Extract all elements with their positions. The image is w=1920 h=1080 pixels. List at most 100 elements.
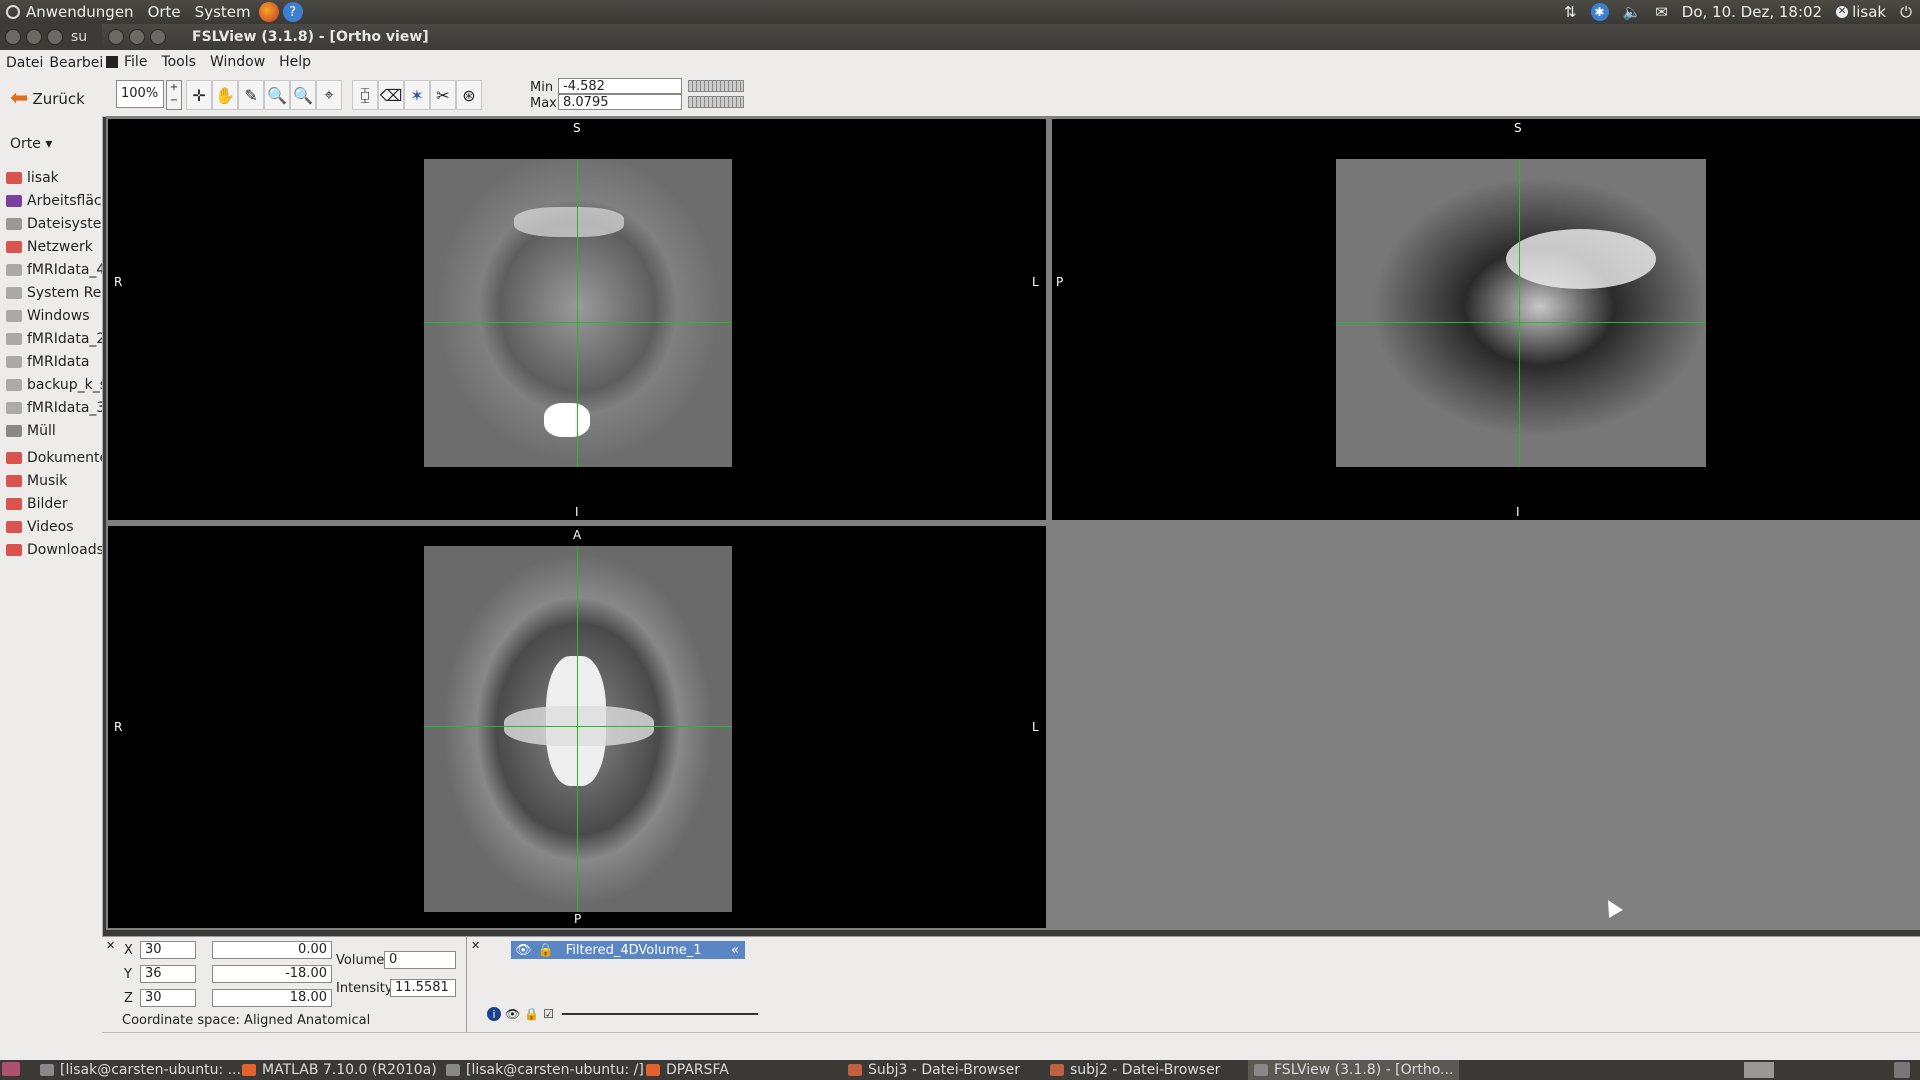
task-terminal-2[interactable]: [lisak@carsten-ubuntu: /] xyxy=(446,1060,644,1080)
place-item[interactable]: Dateisyster xyxy=(0,212,102,235)
close-window-icon[interactable] xyxy=(5,29,21,45)
menu-tools[interactable]: Tools xyxy=(161,54,196,70)
sagittal-view[interactable]: S I P xyxy=(1052,119,1920,520)
maximize-window-icon[interactable] xyxy=(150,29,166,45)
task-fslview[interactable]: FSLView (3.1.8) - [Ortho... xyxy=(1248,1060,1460,1080)
place-item[interactable]: fMRIdata_2 xyxy=(0,327,102,350)
trash-icon[interactable] xyxy=(1894,1062,1910,1078)
layer-collapse-icon[interactable]: « xyxy=(731,943,739,958)
task-matlab[interactable]: MATLAB 7.10.0 (R2010a) xyxy=(242,1060,437,1080)
place-item[interactable]: fMRIdata_3 xyxy=(0,396,102,419)
place-item[interactable]: System Res xyxy=(0,281,102,304)
close-window-icon[interactable] xyxy=(108,29,124,45)
task-subj3-browser[interactable]: Subj3 - Datei-Browser xyxy=(848,1060,1020,1080)
menu-places[interactable]: Orte xyxy=(148,3,181,21)
place-item[interactable]: Videos xyxy=(0,515,102,538)
center-cursor-icon[interactable]: ⌖ xyxy=(316,80,342,110)
lock-toggle-icon[interactable]: 🔒 xyxy=(524,1007,539,1021)
accessibility-icon[interactable]: ✱ xyxy=(1590,3,1609,21)
place-item[interactable]: Netzwerk xyxy=(0,235,102,258)
menu-help[interactable]: Help xyxy=(279,54,311,70)
show-desktop-icon[interactable] xyxy=(2,1062,20,1076)
mask-tool-icon[interactable]: ✶ xyxy=(404,80,430,110)
menu-file[interactable]: File xyxy=(124,54,147,70)
x-mm-field[interactable]: 0.00 xyxy=(212,941,332,959)
min-field[interactable]: -4.582 xyxy=(558,78,682,94)
layer-panel-close-icon[interactable]: ✕ xyxy=(471,939,480,952)
place-item[interactable]: fMRIdata_4 xyxy=(0,258,102,281)
menu-system[interactable]: System xyxy=(195,3,251,21)
place-item[interactable]: Windows xyxy=(0,304,102,327)
place-label: Downloads xyxy=(27,541,102,558)
sagittal-crosshair-h xyxy=(1336,322,1706,323)
power-icon[interactable]: ⏻ xyxy=(1900,3,1912,21)
axial-top-label: A xyxy=(573,528,582,542)
task-terminal-1[interactable]: [lisak@carsten-ubuntu: ... xyxy=(40,1060,241,1080)
volume-field[interactable]: 0 xyxy=(384,951,456,969)
place-item[interactable]: Dokumente xyxy=(0,446,102,469)
zoom-field[interactable]: 100% xyxy=(116,80,164,108)
window-title: FSLView (3.1.8) - [Ortho view] xyxy=(192,29,429,45)
volume-icon[interactable]: 🔈 xyxy=(1623,3,1642,21)
place-item[interactable]: Bilder xyxy=(0,492,102,515)
max-label: Max xyxy=(530,96,557,111)
y-voxel-field[interactable]: 36 xyxy=(140,965,196,983)
layer-lock-icon[interactable]: 🔒 xyxy=(538,943,554,958)
max-field[interactable]: 8.0795 xyxy=(558,94,682,110)
z-mm-field[interactable]: 18.00 xyxy=(212,989,332,1007)
menu-bearbeiten[interactable]: Bearbei xyxy=(49,55,103,71)
network-icon[interactable]: ⇅ xyxy=(1564,3,1577,21)
place-item[interactable]: Musik xyxy=(0,469,102,492)
ubuntu-logo-icon[interactable] xyxy=(6,5,20,19)
coronal-view[interactable]: S I R L xyxy=(108,119,1046,520)
folder-icon xyxy=(6,309,22,322)
zoom-stepper[interactable]: + − xyxy=(166,80,182,110)
visibility-toggle-icon[interactable]: 👁 xyxy=(505,1007,520,1021)
x-voxel-field[interactable]: 30 xyxy=(140,941,196,959)
z-voxel-field[interactable]: 30 xyxy=(140,989,196,1007)
fill-tool-icon[interactable]: ⧮ xyxy=(352,80,378,110)
folder-icon xyxy=(6,332,22,345)
menu-window[interactable]: Window xyxy=(210,54,265,70)
place-item[interactable]: Müll xyxy=(0,419,102,442)
contrast-slider[interactable] xyxy=(688,96,744,108)
place-item[interactable]: fMRIdata xyxy=(0,350,102,373)
place-item[interactable]: Downloads xyxy=(0,538,102,561)
place-item[interactable]: Arbeitsfläch xyxy=(0,189,102,212)
erase-tool-icon[interactable]: ⌫ xyxy=(378,80,404,110)
task-dparsfa[interactable]: DPARSFA xyxy=(646,1060,729,1080)
pencil-icon[interactable]: ✎ xyxy=(238,80,264,110)
clock[interactable]: Do, 10. Dez, 18:02 xyxy=(1682,3,1822,21)
cut-icon[interactable]: ✂ xyxy=(430,80,456,110)
menu-applications[interactable]: Anwendungen xyxy=(26,3,134,21)
place-item[interactable]: backup_k_s xyxy=(0,373,102,396)
task-subj2-browser[interactable]: subj2 - Datei-Browser xyxy=(1050,1060,1220,1080)
pan-hand-icon[interactable]: ✋ xyxy=(212,80,238,110)
layer-row[interactable]: 👁 🔒 Filtered_4DVolume_1 « xyxy=(511,941,745,959)
task-label: [lisak@carsten-ubuntu: ... xyxy=(60,1062,241,1078)
crosshair-tool-icon[interactable]: ✛ xyxy=(186,80,212,110)
minimize-window-icon[interactable] xyxy=(129,29,145,45)
cursor-panel-close-icon[interactable]: ✕ xyxy=(106,939,115,952)
zoom-out-icon[interactable]: 🔍 xyxy=(290,80,316,110)
info-icon[interactable]: i xyxy=(487,1007,501,1021)
help-icon[interactable]: ? xyxy=(282,2,303,22)
minimize-window-icon[interactable] xyxy=(26,29,42,45)
binoculars-icon[interactable]: ⊛ xyxy=(456,80,482,110)
opacity-slider[interactable] xyxy=(561,1013,758,1015)
menu-datei[interactable]: Datei xyxy=(6,55,43,71)
axial-view[interactable]: A P R L xyxy=(108,526,1046,928)
checkbox-icon[interactable]: ☑ xyxy=(543,1007,554,1021)
zoom-in-icon[interactable]: 🔍 xyxy=(264,80,290,110)
y-mm-field[interactable]: -18.00 xyxy=(212,965,332,983)
places-dropdown[interactable]: Orte ▾ xyxy=(10,136,52,152)
user-menu[interactable]: ✕ lisak xyxy=(1836,3,1886,21)
place-item[interactable]: lisak xyxy=(0,166,102,189)
back-button[interactable]: ⬅ Zurück xyxy=(10,86,85,111)
brightness-slider[interactable] xyxy=(688,80,744,92)
mail-icon[interactable]: ✉ xyxy=(1655,3,1668,21)
layer-visible-icon[interactable]: 👁 xyxy=(515,943,532,958)
maximize-window-icon[interactable] xyxy=(47,29,63,45)
firefox-icon[interactable] xyxy=(258,2,279,22)
workspace-switcher[interactable] xyxy=(1744,1062,1774,1078)
